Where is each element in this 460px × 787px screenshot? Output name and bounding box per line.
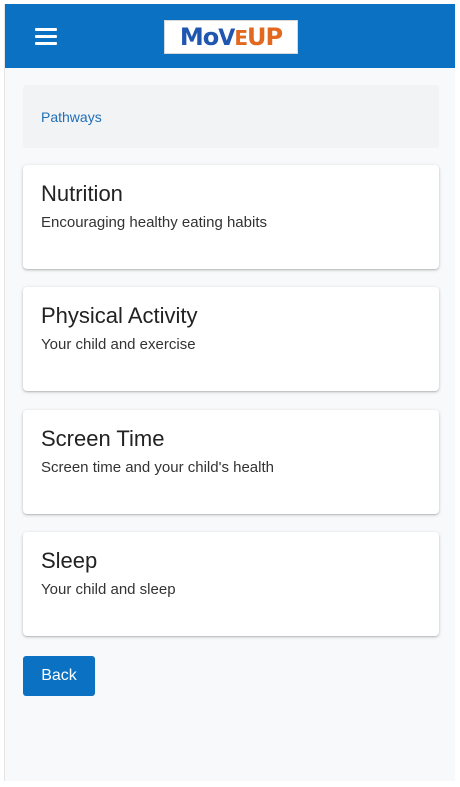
pathway-card-nutrition[interactable]: Nutrition Encouraging healthy eating hab… bbox=[23, 165, 439, 269]
card-title: Screen Time bbox=[41, 426, 165, 451]
pathway-card-physical-activity[interactable]: Physical Activity Your child and exercis… bbox=[23, 287, 439, 391]
card-description: Encouraging healthy eating habits bbox=[41, 214, 267, 232]
card-description: Your child and exercise bbox=[41, 336, 196, 354]
card-description: Screen time and your child's health bbox=[41, 459, 274, 477]
pathway-card-screen-time[interactable]: Screen Time Screen time and your child's… bbox=[23, 410, 439, 514]
breadcrumb-link-pathways[interactable]: Pathways bbox=[41, 109, 102, 125]
back-button[interactable]: Back bbox=[23, 656, 95, 696]
logo-text-move: MoVE bbox=[179, 22, 248, 51]
moveup-logo[interactable]: MoVEUP bbox=[164, 20, 298, 54]
card-description: Your child and sleep bbox=[41, 581, 176, 599]
logo-text-up: UP bbox=[247, 22, 283, 51]
pathway-card-sleep[interactable]: Sleep Your child and sleep bbox=[23, 532, 439, 636]
breadcrumb: Pathways bbox=[23, 85, 439, 148]
card-title: Physical Activity bbox=[41, 303, 198, 328]
card-title: Sleep bbox=[41, 548, 98, 573]
hamburger-menu-icon[interactable] bbox=[35, 28, 57, 46]
app-frame: MoVEUP Pathways Nutrition Encouraging he… bbox=[4, 4, 455, 781]
card-title: Nutrition bbox=[41, 181, 123, 206]
top-app-bar: MoVEUP bbox=[5, 4, 455, 68]
